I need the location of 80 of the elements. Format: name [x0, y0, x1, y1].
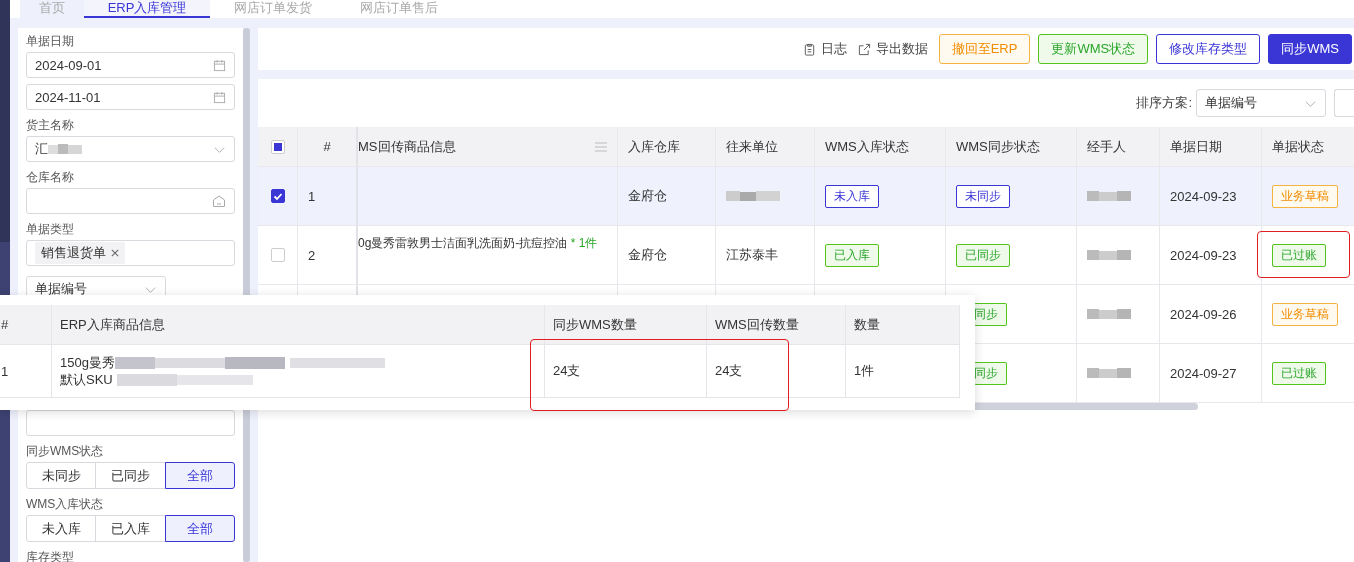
toolbar-button[interactable]: 同步WMS: [1268, 34, 1352, 64]
field-label: 库存类型: [26, 549, 75, 562]
product-info: 0g曼秀雷敦男士洁面乳洗面奶-抗痘控油 * 1件: [358, 235, 598, 252]
table-row[interactable]: 2 0g曼秀雷敦男士洁面乳洗面奶-抗痘控油 * 1件 金府仓 江苏泰丰 已入库 已同步 2024-09-23 已过账: [258, 226, 1354, 285]
page-tab[interactable]: ERP入库管理: [84, 0, 210, 18]
toolbar-button[interactable]: 修改库存类型: [1156, 34, 1261, 64]
house-icon: [212, 194, 226, 208]
segment-option[interactable]: 未同步: [26, 462, 97, 489]
column-header: 数量: [846, 305, 960, 344]
sort-label: 排序方案:: [1136, 94, 1192, 112]
sort-order-button[interactable]: [1334, 89, 1354, 117]
table-cell: 24支: [715, 362, 743, 380]
table-cell: 1件: [854, 362, 875, 380]
segment-option[interactable]: 全部: [164, 515, 235, 542]
status-tag: 已过账: [1272, 243, 1326, 267]
blurred-text-drawing: [1087, 248, 1133, 262]
field-label: 货主名称: [26, 117, 75, 134]
status-tag: 业务草稿: [1272, 184, 1338, 208]
search-field[interactable]: [26, 410, 235, 436]
status-tag: 未入库: [825, 184, 879, 208]
column-header: 单据状态: [1262, 127, 1354, 166]
column-header: 入库仓库: [618, 127, 716, 166]
column-header: 经手人: [1077, 127, 1160, 166]
blurred-text-drawing: [1087, 307, 1133, 321]
field-label: 同步WMS状态: [26, 443, 105, 460]
column-header: 往来单位: [716, 127, 815, 166]
table-cell: 2024-09-27: [1170, 365, 1237, 381]
segment-option[interactable]: 全部: [164, 462, 235, 489]
blurred-text-drawing: [1087, 366, 1133, 380]
toolbar-link[interactable]: 日志: [802, 40, 847, 58]
status-tag: 未同步: [956, 184, 1010, 208]
segment-option[interactable]: 未入库: [26, 515, 97, 542]
blurred-text-drawing: [1087, 189, 1133, 203]
table-cell: 24支: [553, 362, 581, 380]
table-cell: 2024-09-26: [1170, 306, 1237, 322]
column-header: ERP入库商品信息: [52, 305, 545, 344]
product-name: 150g曼秀: [60, 354, 115, 371]
warehouse-field[interactable]: [26, 188, 235, 214]
field-label: 单据类型: [26, 221, 75, 238]
blurred-text-drawing: [48, 143, 84, 155]
sku-label: 默认SKU: [60, 371, 113, 388]
row-number: 1: [1, 363, 9, 379]
calendar-icon: [213, 58, 226, 72]
table-cell: 金府仓: [628, 246, 667, 264]
sort-select[interactable]: 单据编号: [1196, 89, 1326, 117]
status-tag: 业务草稿: [1272, 302, 1338, 326]
row-number: 2: [308, 247, 316, 263]
table-cell: 金府仓: [628, 187, 667, 205]
column-header: WMS入库状态: [815, 127, 946, 166]
selected-tag: 销售退货单: [35, 242, 125, 264]
status-tag: 同步: [974, 302, 1007, 326]
status-tag: 已入库: [825, 243, 879, 267]
status-tag: 已过账: [1272, 361, 1326, 385]
column-header: 单据日期: [1160, 127, 1262, 166]
table-cell: 江苏泰丰: [726, 246, 778, 264]
table-row[interactable]: 1 金府仓 未入库 未同步 2024-09-23 业务草稿: [258, 167, 1354, 226]
row-checkbox[interactable]: [270, 189, 285, 203]
select-all-checkbox[interactable]: [270, 139, 285, 154]
field-label: 仓库名称: [26, 169, 75, 186]
table-cell: 2024-09-23: [1170, 247, 1237, 263]
close-icon[interactable]: [111, 249, 119, 257]
blurred-text-drawing: [726, 189, 782, 203]
menu-icon[interactable]: [595, 141, 607, 152]
status-tag: 同步: [974, 361, 1007, 385]
export-icon: [857, 42, 871, 56]
toolbar-link[interactable]: 导出数据: [857, 40, 928, 58]
field-label: 单据日期: [26, 33, 75, 50]
column-header: #: [0, 305, 52, 344]
clipboard-icon: [802, 42, 816, 56]
owner-select[interactable]: 汇: [26, 136, 235, 162]
status-tag: 已同步: [956, 243, 1010, 267]
calendar-icon: [213, 90, 226, 104]
date-field[interactable]: 2024-09-01: [26, 52, 235, 78]
column-header: WMS同步状态: [946, 127, 1077, 166]
table-cell: 2024-09-23: [1170, 188, 1237, 204]
row-number: 1: [308, 188, 316, 204]
doc-type-select[interactable]: 销售退货单: [26, 240, 235, 266]
column-header: MS回传商品信息: [358, 137, 456, 156]
field-label: WMS入库状态: [26, 496, 105, 513]
date-field[interactable]: 2024-11-01: [26, 84, 235, 110]
